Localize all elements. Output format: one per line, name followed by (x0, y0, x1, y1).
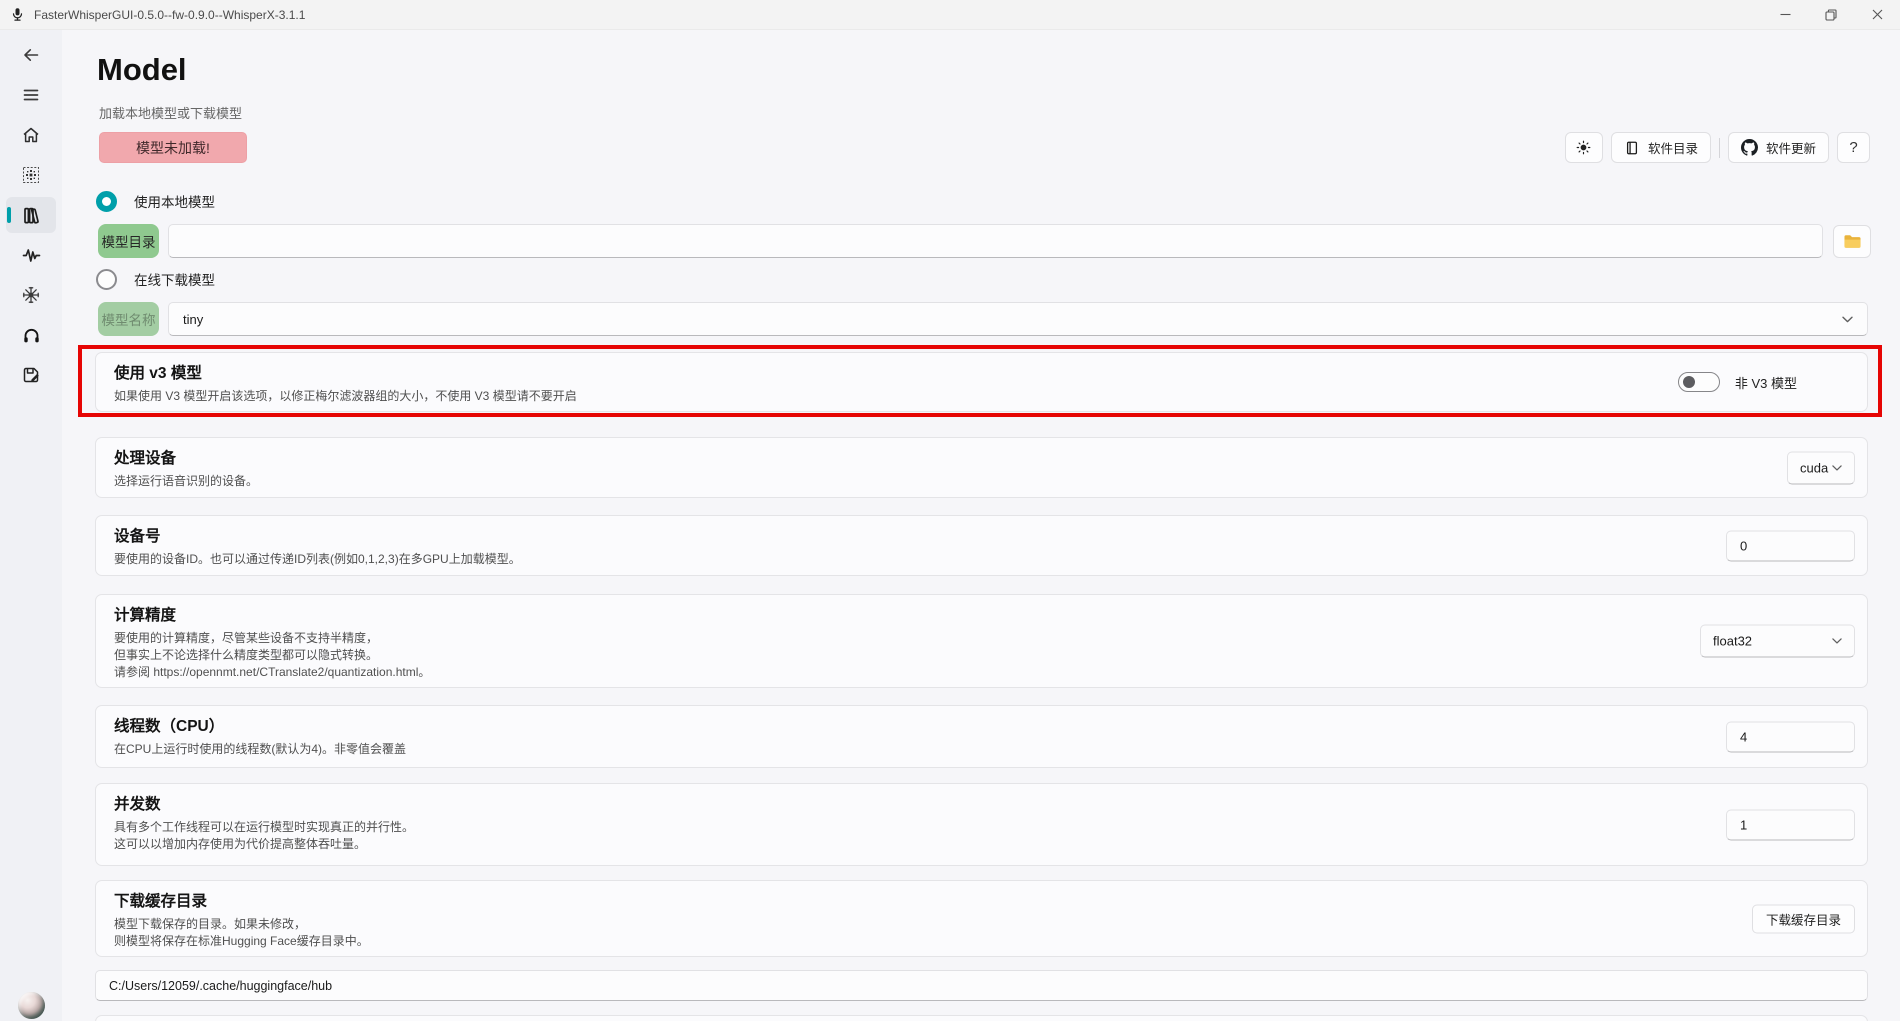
card-download-root: 下载缓存目录 模型下载保存的目录。如果未修改， 则模型将保存在标准Hugging… (95, 880, 1868, 957)
sidebar-item-home[interactable] (14, 118, 48, 152)
card-device-index: 设备号 要使用的设备ID。也可以通过传递ID列表(例如0,1,2,3)在多GPU… (95, 515, 1868, 576)
num-workers-input[interactable] (1726, 809, 1855, 840)
top-toolbar: 软件目录 软件更新 ? (1564, 132, 1870, 163)
hamburger-menu-icon (21, 85, 41, 105)
user-avatar[interactable] (18, 992, 45, 1019)
toolbar-divider (1718, 137, 1720, 158)
radio-online-model[interactable]: 在线下载模型 (96, 268, 215, 290)
card-device-index-title: 设备号 (114, 528, 161, 545)
main-content: Model 加载本地模型或下载模型 模型未加载! 软件目录 软件更新 ? 使用本… (62, 30, 1900, 1021)
radio-online-label: 在线下载模型 (134, 273, 215, 288)
headphones-icon (21, 325, 42, 346)
card-compute-type-title: 计算精度 (114, 607, 177, 624)
software-catalog-button[interactable]: 软件目录 (1610, 132, 1711, 163)
model-name-value: tiny (183, 311, 204, 327)
chevron-down-icon (1832, 464, 1842, 471)
minimize-button[interactable] (1762, 0, 1808, 29)
card-cpu-threads-desc: 在CPU上运行时使用的线程数(默认为4)。非零值会覆盖 (114, 742, 407, 756)
card-num-workers-desc: 具有多个工作线程可以在运行模型时实现真正的并行性。 这可以以增加内存使用为代价提… (114, 820, 415, 851)
help-button[interactable]: ? (1837, 132, 1870, 163)
snowflake-chip-icon (21, 285, 41, 305)
brightness-icon (1575, 139, 1592, 156)
radio-unselected-icon (96, 268, 117, 290)
card-use-v3-title: 使用 v3 模型 (114, 365, 202, 382)
model-name-combobox[interactable]: tiny (168, 302, 1868, 336)
theme-toggle-button[interactable] (1564, 132, 1603, 163)
device-select-value: cuda (1800, 460, 1829, 475)
card-num-workers-title: 并发数 (114, 796, 161, 813)
model-name-tag: 模型名称 (98, 302, 159, 336)
card-cpu-threads-title: 线程数（CPU） (114, 718, 225, 735)
radio-local-model[interactable]: 使用本地模型 (96, 190, 215, 212)
card-compute-type-desc: 要使用的计算精度，尽管某些设备不支持半精度， 但事实上不论选择什么精度类型都可以… (114, 631, 431, 679)
pixel-grid-icon (21, 165, 41, 185)
model-dir-tag: 模型目录 (98, 224, 159, 258)
software-update-label: 软件更新 (1765, 142, 1816, 156)
software-catalog-label: 软件目录 (1647, 142, 1698, 156)
card-download-root-title: 下载缓存目录 (114, 893, 208, 910)
titlebar: FasterWhisperGUI-0.5.0--fw-0.9.0--Whispe… (0, 0, 1900, 30)
page-title: Model (97, 52, 187, 87)
model-dir-input[interactable] (168, 224, 1823, 258)
card-compute-type: 计算精度 要使用的计算精度，尽管某些设备不支持半精度， 但事实上不论选择什么精度… (95, 594, 1868, 688)
window-controls (1762, 0, 1900, 29)
card-partial (95, 1015, 1868, 1021)
toggle-knob (1682, 376, 1695, 388)
card-download-root-desc: 模型下载保存的目录。如果未修改， 则模型将保存在标准Hugging Face缓存… (114, 917, 369, 948)
sidebar-item-process[interactable] (14, 158, 48, 192)
radio-local-label: 使用本地模型 (134, 195, 215, 210)
sidebar-nav (0, 30, 62, 1021)
card-num-workers: 并发数 具有多个工作线程可以在运行模型时实现真正的并行性。 这可以以增加内存使用… (95, 783, 1868, 866)
sidebar-item-model-active[interactable] (6, 197, 56, 233)
cpu-threads-input[interactable] (1726, 721, 1855, 752)
page-subtitle: 加载本地模型或下载模型 (99, 106, 243, 121)
v3-toggle-switch[interactable] (1677, 372, 1720, 392)
card-device-title: 处理设备 (114, 450, 177, 467)
notebook-icon (1624, 140, 1640, 156)
back-button[interactable] (14, 38, 48, 72)
close-button[interactable] (1854, 0, 1900, 29)
chevron-down-icon (1842, 316, 1853, 323)
browse-folder-button[interactable] (1833, 225, 1871, 258)
sidebar-item-output[interactable] (14, 358, 48, 392)
model-status-badge[interactable]: 模型未加载! (99, 132, 247, 163)
radio-selected-icon (96, 190, 117, 212)
folder-icon (1843, 233, 1862, 250)
v3-toggle-row: 非 V3 模型 (1677, 372, 1797, 392)
menu-toggle-button[interactable] (14, 78, 48, 112)
card-use-v3: 使用 v3 模型 如果使用 V3 模型开启该选项，以修正梅尔滤波器组的大小，不使… (95, 352, 1868, 412)
cache-path-input[interactable] (95, 970, 1868, 1001)
github-icon (1740, 139, 1758, 156)
window-title: FasterWhisperGUI-0.5.0--fw-0.9.0--Whispe… (34, 7, 306, 22)
compute-type-value: float32 (1713, 633, 1753, 649)
download-root-button[interactable]: 下载缓存目录 (1751, 904, 1855, 933)
chevron-down-icon (1832, 638, 1842, 645)
home-icon (21, 125, 41, 145)
save-edit-icon (21, 365, 41, 385)
v3-toggle-label: 非 V3 模型 (1734, 375, 1797, 391)
app-microphone-icon (10, 7, 25, 22)
help-label: ? (1849, 139, 1858, 156)
card-device-desc: 选择运行语音识别的设备。 (114, 474, 259, 488)
card-device: 处理设备 选择运行语音识别的设备。 cuda (95, 437, 1868, 498)
library-books-icon (21, 205, 42, 226)
restore-button[interactable] (1808, 0, 1854, 29)
sidebar-item-transcribe[interactable] (14, 278, 48, 312)
device-select[interactable]: cuda (1787, 451, 1855, 484)
card-cpu-threads: 线程数（CPU） 在CPU上运行时使用的线程数(默认为4)。非零值会覆盖 (95, 705, 1868, 768)
waveform-icon (21, 245, 42, 266)
back-arrow-icon (21, 45, 41, 65)
sidebar-item-vad[interactable] (14, 238, 48, 272)
device-index-input[interactable] (1726, 530, 1855, 561)
sidebar-item-audio[interactable] (14, 318, 48, 352)
software-update-button[interactable]: 软件更新 (1727, 132, 1829, 163)
active-indicator (7, 207, 11, 223)
card-device-index-desc: 要使用的设备ID。也可以通过传递ID列表(例如0,1,2,3)在多GPU上加载模… (114, 552, 521, 566)
compute-type-select[interactable]: float32 (1700, 624, 1855, 658)
card-use-v3-desc: 如果使用 V3 模型开启该选项，以修正梅尔滤波器组的大小，不使用 V3 模型请不… (114, 389, 577, 403)
